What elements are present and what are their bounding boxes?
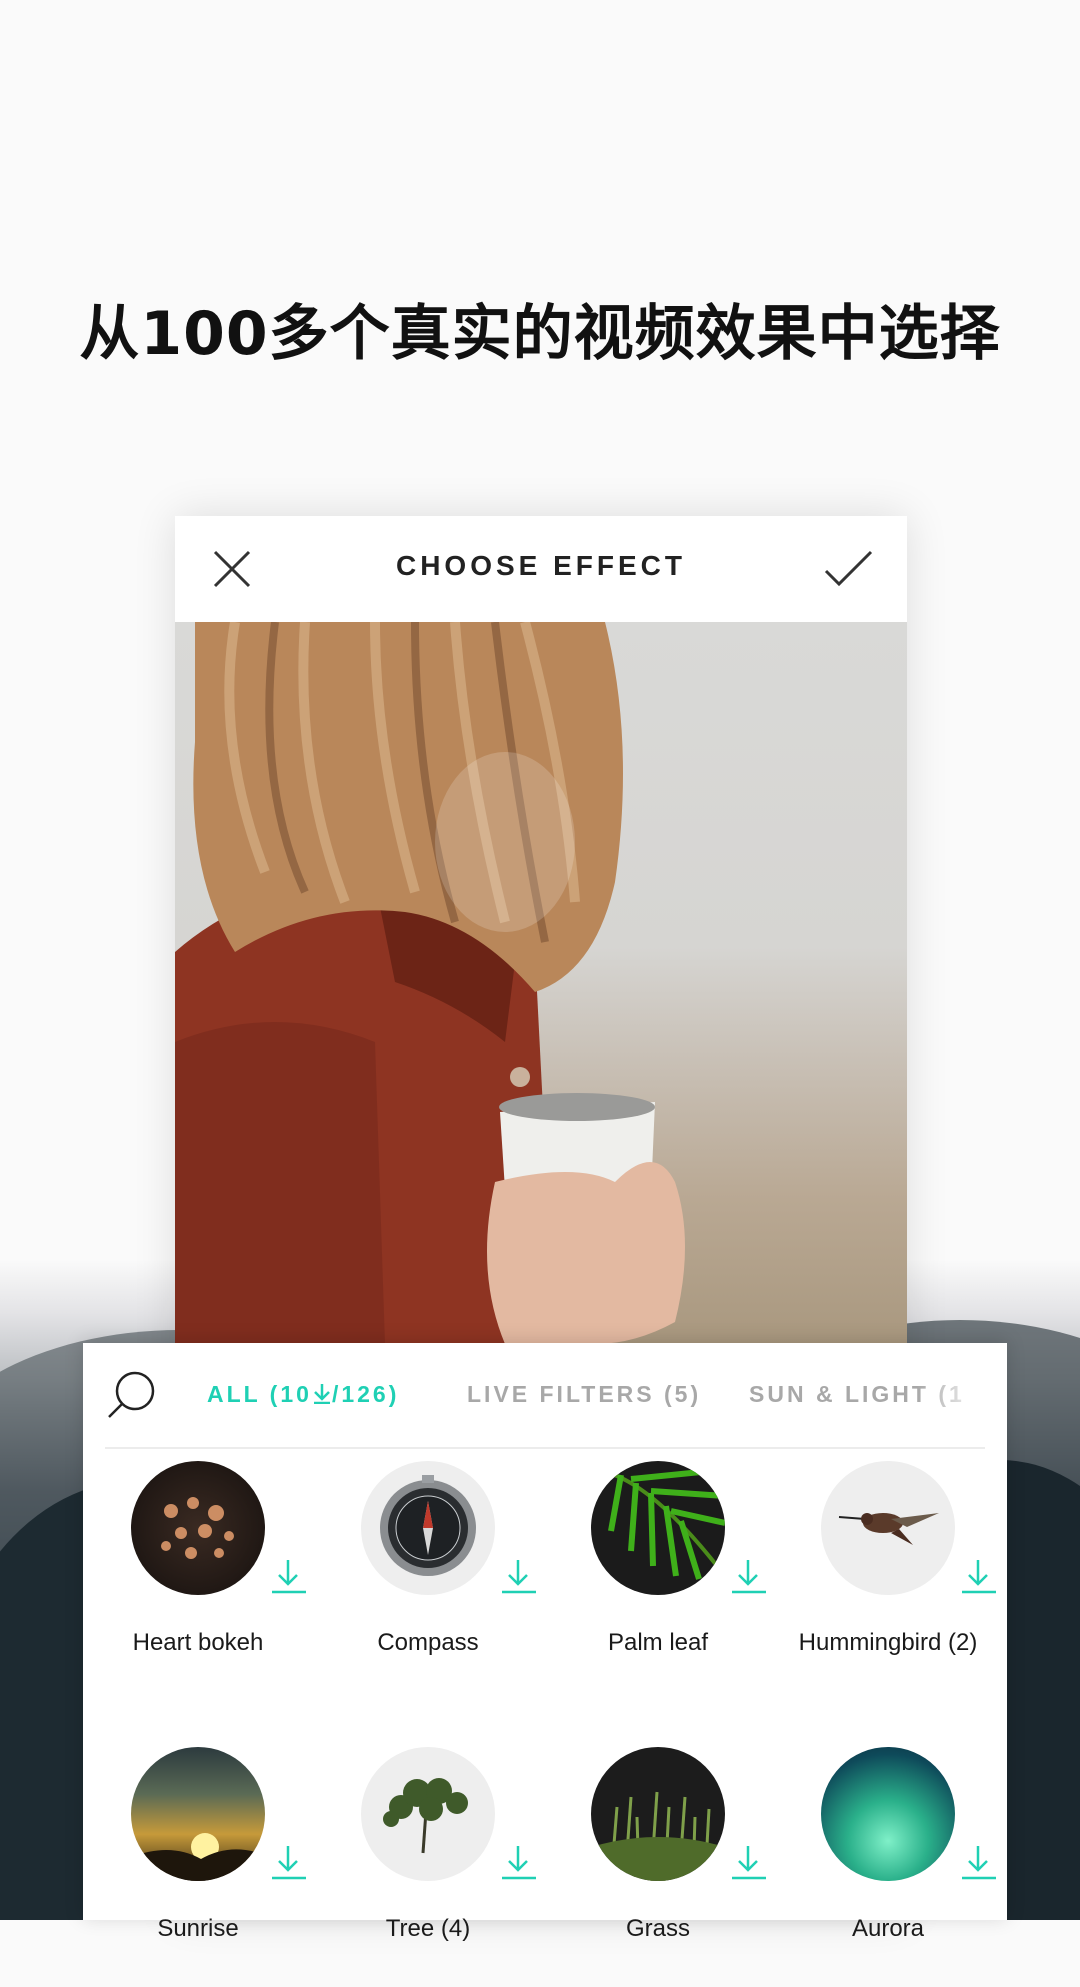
- confirm-button[interactable]: [821, 544, 877, 594]
- woman-with-cup-image: [175, 622, 685, 1344]
- grass-thumbnail: [591, 1747, 725, 1881]
- download-icon[interactable]: [958, 1842, 998, 1882]
- effect-item[interactable]: Grass: [543, 1747, 773, 1987]
- search-icon: [108, 1371, 155, 1418]
- sunrise-thumbnail: [131, 1747, 265, 1881]
- download-icon[interactable]: [958, 1556, 998, 1596]
- effect-label: Palm leaf: [607, 1629, 709, 1656]
- heart-bokeh-thumbnail: [131, 1461, 265, 1595]
- tab-live-filters[interactable]: LIVE FILTERS (5): [467, 1381, 701, 1408]
- tab-all[interactable]: ALL (10/126): [207, 1381, 399, 1408]
- tab-all-count: /126): [331, 1381, 400, 1407]
- effect-label: Compass: [377, 1629, 479, 1656]
- effect-label: Sunrise: [157, 1915, 239, 1942]
- download-icon[interactable]: [728, 1842, 768, 1882]
- effect-item[interactable]: Palm leaf: [543, 1461, 773, 1701]
- checkmark-icon: [824, 550, 873, 587]
- editor-header: CHOOSE EFFECT: [175, 516, 907, 622]
- tree-thumbnail: [361, 1747, 495, 1881]
- category-tabs: ALL (10/126) LIVE FILTERS (5) SUN & LIGH…: [207, 1381, 987, 1421]
- effect-label: Aurora: [851, 1915, 925, 1942]
- aurora-thumbnail: [821, 1747, 955, 1881]
- download-arrow-icon: [313, 1384, 330, 1405]
- palm-leaf-thumbnail: [591, 1461, 725, 1595]
- effect-item[interactable]: Aurora: [773, 1747, 1003, 1987]
- effect-item[interactable]: Tree (4): [313, 1747, 543, 1987]
- effect-label: Tree (4): [385, 1915, 471, 1942]
- effect-item[interactable]: Heart bokeh: [83, 1461, 313, 1701]
- download-icon[interactable]: [728, 1556, 768, 1596]
- headline: 从100多个真实的视频效果中选择: [79, 299, 1001, 369]
- tab-all-label: ALL (10: [207, 1381, 312, 1407]
- preview-photo: [175, 622, 907, 1344]
- divider: [105, 1447, 985, 1449]
- hummingbird-thumbnail: [821, 1461, 955, 1595]
- download-icon[interactable]: [498, 1556, 538, 1596]
- download-icon[interactable]: [498, 1842, 538, 1882]
- effect-label: Heart bokeh: [132, 1629, 264, 1656]
- effect-item[interactable]: Compass: [313, 1461, 543, 1701]
- download-icon[interactable]: [268, 1842, 308, 1882]
- search-button[interactable]: [105, 1369, 157, 1421]
- effects-panel: ALL (10/126) LIVE FILTERS (5) SUN & LIGH…: [83, 1343, 1007, 1942]
- effect-item[interactable]: Hummingbird (2): [773, 1461, 1003, 1701]
- compass-thumbnail: [361, 1461, 495, 1595]
- editor-title: CHOOSE EFFECT: [395, 550, 686, 581]
- effect-item[interactable]: Sunrise: [83, 1747, 313, 1987]
- effect-label: Grass: [625, 1915, 690, 1942]
- effect-label: Hummingbird (2): [798, 1629, 978, 1656]
- download-icon[interactable]: [268, 1556, 308, 1596]
